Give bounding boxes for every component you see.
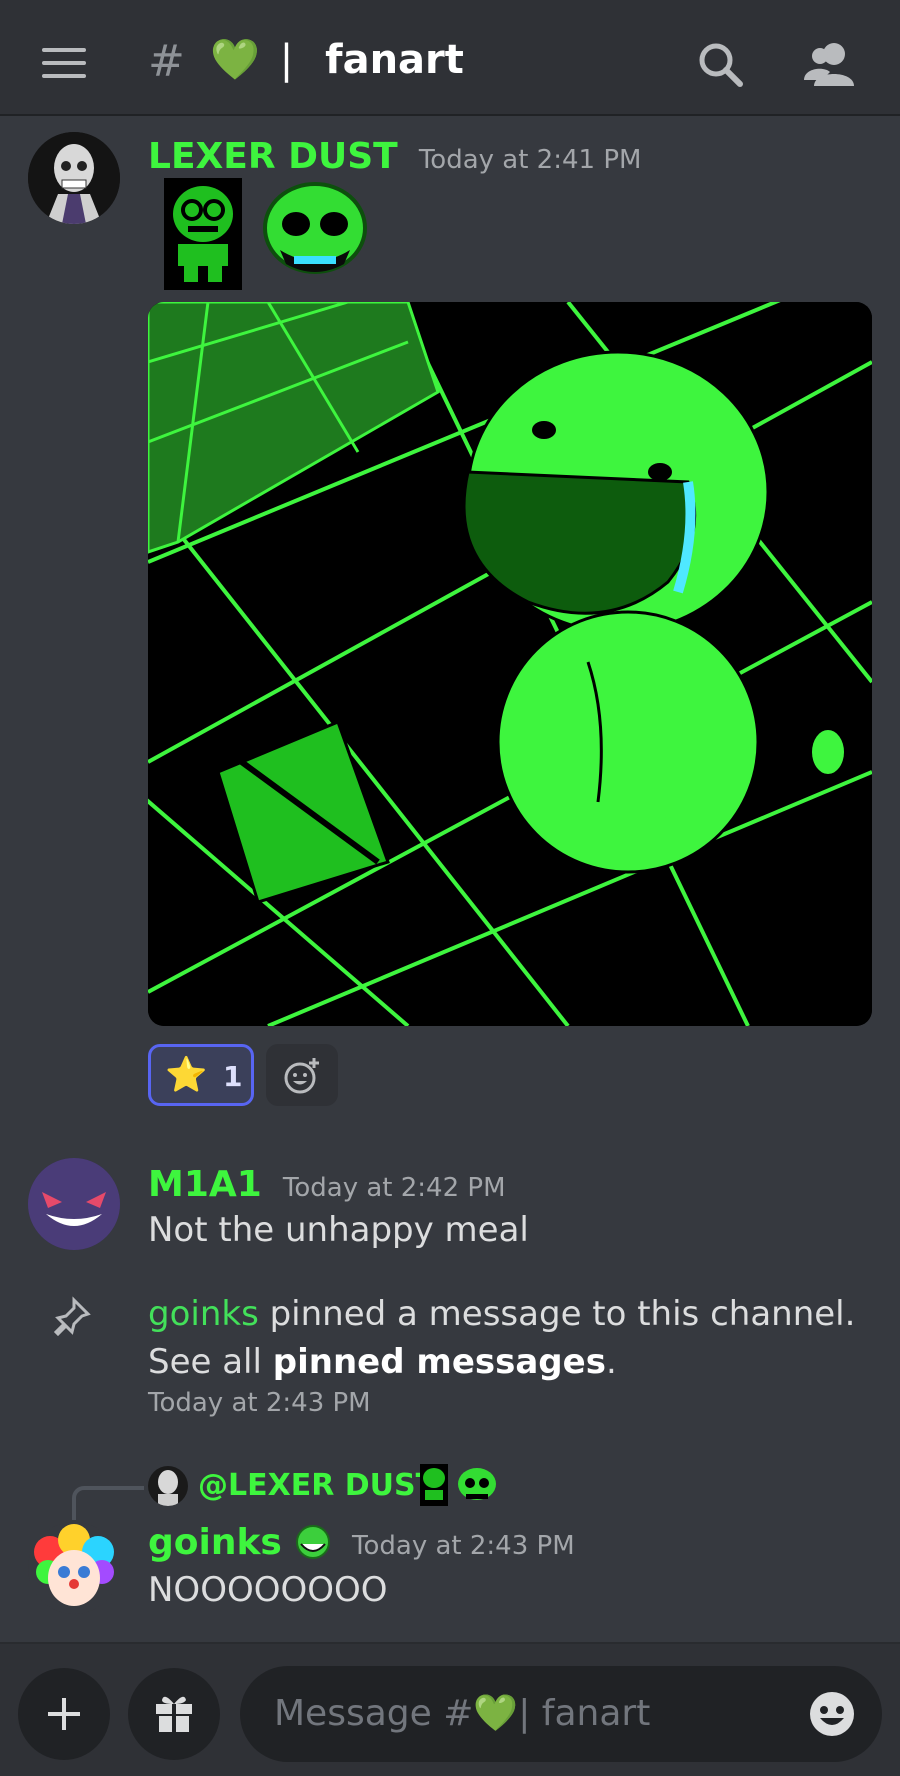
trollface-emoji [295, 1525, 330, 1559]
message-header: M1A1 Today at 2:42 PM [148, 1164, 506, 1205]
avatar[interactable] [28, 132, 120, 224]
heart-emoji: 💚 [210, 37, 260, 83]
search-icon[interactable] [696, 40, 746, 90]
timestamp: Today at 2:42 PM [282, 1173, 506, 1203]
pin-icon [53, 1296, 91, 1336]
skull-emoji [263, 182, 367, 274]
channel-header: # 💚 | fanart [0, 0, 900, 116]
message-input[interactable]: Message #💚| fanart [240, 1666, 882, 1762]
sans-sticker-emoji [420, 1464, 448, 1506]
gift-button[interactable] [128, 1668, 220, 1760]
message-header: goinks Today at 2:43 PM [148, 1522, 575, 1563]
reply-mention[interactable]: @LEXER DUST [198, 1468, 436, 1503]
author-name[interactable]: goinks [148, 1522, 282, 1563]
timestamp: Today at 2:41 PM [418, 145, 642, 175]
channel-name-label: fanart [325, 37, 464, 83]
avatar[interactable] [28, 1158, 120, 1250]
pin-notice-end: . [605, 1342, 617, 1382]
add-attachment-button[interactable] [18, 1668, 110, 1760]
star-emoji: ⭐ [165, 1055, 208, 1095]
pinned-messages-link[interactable]: pinned messages [273, 1342, 606, 1382]
avatar[interactable] [28, 1522, 120, 1614]
message-text: Not the unhappy meal [148, 1210, 529, 1250]
message-input-bar: Message #💚| fanart [0, 1642, 900, 1776]
fanart-image[interactable] [148, 302, 872, 1026]
reaction-count: 1 [223, 1060, 243, 1093]
message-lexer-dust: LEXER DUST Today at 2:41 PM ⭐ 1 [0, 116, 900, 1116]
members-icon[interactable] [804, 40, 858, 90]
author-name[interactable]: LEXER DUST [148, 136, 398, 177]
sans-sticker-emoji [164, 178, 242, 290]
add-reaction-button[interactable] [266, 1044, 338, 1106]
reply-connector [72, 1486, 144, 1520]
message-goinks-reply: @LEXER DUST goinks Today at 2:43 PM NOOO… [0, 1460, 900, 1620]
plus-icon [48, 1698, 80, 1730]
star-reaction[interactable]: ⭐ 1 [148, 1044, 254, 1106]
message-header: LEXER DUST Today at 2:41 PM [148, 136, 641, 177]
pin-notice: goinks pinned a message to this channel.… [148, 1290, 868, 1386]
channel-hash-icon: # [148, 36, 185, 87]
menu-icon[interactable] [42, 48, 86, 78]
pin-timestamp: Today at 2:43 PM [148, 1388, 371, 1418]
reply-avatar [148, 1466, 188, 1506]
pin-user-name[interactable]: goinks [148, 1294, 259, 1334]
channel-divider: | [279, 37, 294, 83]
message-m1a1: M1A1 Today at 2:42 PM Not the unhappy me… [0, 1150, 900, 1270]
channel-title: 💚 | fanart [210, 36, 464, 83]
message-text: NOOOOOOOO [148, 1570, 388, 1610]
skull-emoji [458, 1468, 496, 1500]
message-placeholder: Message #💚| fanart [274, 1693, 651, 1734]
timestamp: Today at 2:43 PM [352, 1531, 575, 1561]
author-name[interactable]: M1A1 [148, 1164, 262, 1205]
emoji-picker-icon[interactable] [808, 1690, 856, 1738]
add-emoji-icon [284, 1058, 319, 1094]
gift-icon [156, 1696, 192, 1732]
